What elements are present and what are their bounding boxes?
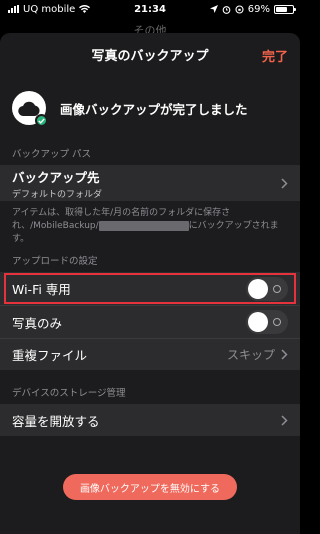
photos-only-label: 写真のみ [12,315,63,331]
chevron-right-icon [281,177,288,189]
redacted-block [98,220,189,231]
chevron-right-icon [281,349,288,360]
toggle-knob [248,312,268,333]
cloud-icon [12,91,48,127]
photos-only-row: 写真のみ [0,305,300,339]
check-icon [35,114,48,127]
done-button[interactable]: 完了 [262,46,288,65]
wifi-only-label: Wi-Fi 専用 [12,282,71,298]
free-up-space-row[interactable]: 容量を開放する [0,404,300,437]
page-title: 写真のバックアップ [91,48,209,64]
duplicate-files-row[interactable]: 重複ファイル スキップ [0,338,300,371]
section-header-storage: デバイスのストレージ管理 [12,388,126,400]
chevron-right-icon [281,415,288,426]
backup-path-note: アイテムは、取得した年/月の名前のフォルダに保存され、/MobileBackup… [0,201,300,246]
backup-destination-value: デフォルトのフォルダ [12,189,103,200]
disable-backup-button[interactable]: 画像バックアップを無効にする [63,474,237,500]
wifi-only-row: Wi-Fi 専用 [0,272,300,306]
status-bar: UQ mobile 21:34 69% [0,0,300,18]
duplicate-files-value: スキップ [226,348,275,363]
photos-only-toggle[interactable] [246,310,288,335]
backup-sheet: 写真のバックアップ 完了 画像バックアップが完了しました バックアップ パス バ… [0,33,300,534]
toggle-knob [248,278,268,299]
duplicate-files-label: 重複ファイル [12,348,88,364]
backup-destination-label: バックアップ先 [12,169,100,185]
nav-bar: 写真のバックアップ 完了 [0,33,300,75]
wifi-only-toggle[interactable] [246,276,288,301]
toggle-off-indicator [273,318,281,327]
battery-icon [274,4,296,14]
status-time: 21:34 [134,3,166,15]
backup-status-text: 画像バックアップが完了しました [60,101,248,117]
section-header-upload: アップロードの設定 [12,256,98,268]
free-up-space-label: 容量を開放する [12,413,100,429]
backup-status: 画像バックアップが完了しました [0,75,300,141]
section-header-backup-path: バックアップ パス [12,149,92,160]
backup-destination-row[interactable]: バックアップ先 デフォルトのフォルダ [0,165,300,201]
toggle-off-indicator [273,284,281,293]
